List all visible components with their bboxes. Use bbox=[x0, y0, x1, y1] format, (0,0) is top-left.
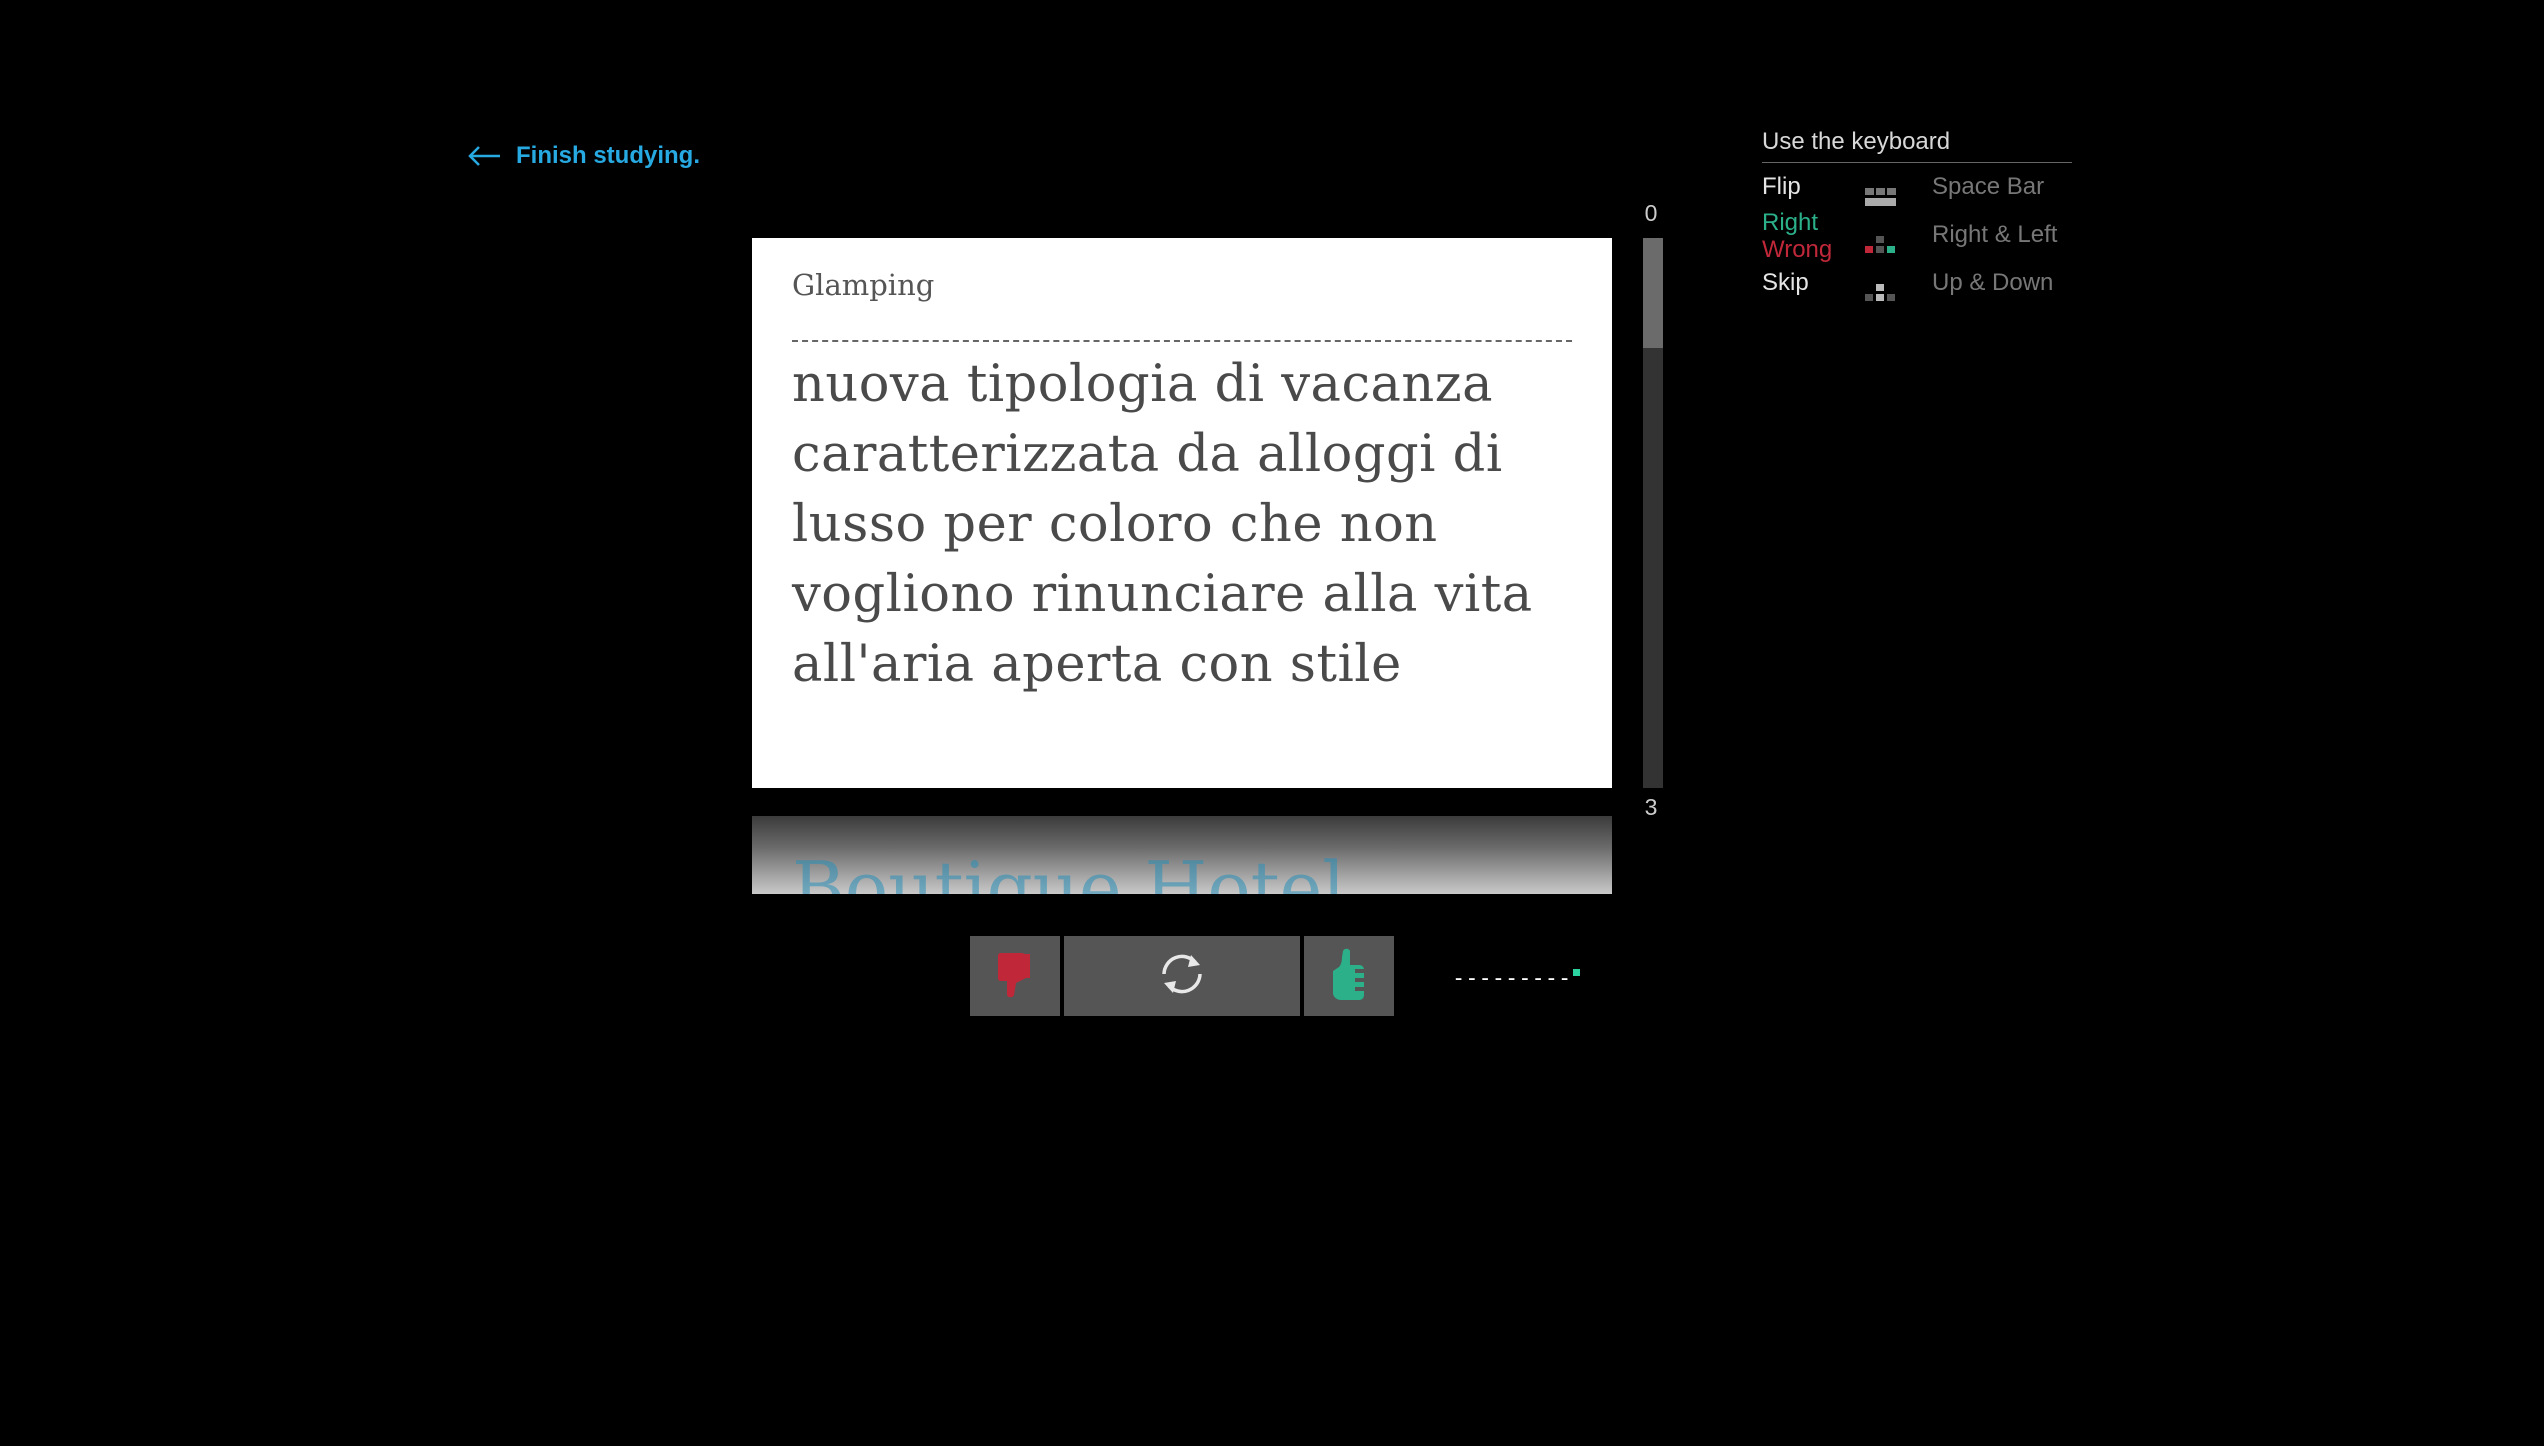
keyboard-help: Use the keyboard Flip Space Bar Right Wr… bbox=[1762, 128, 2072, 317]
flashcard[interactable]: Glamping nuova tipologia di vacanza cara… bbox=[752, 238, 1612, 788]
card-divider bbox=[792, 340, 1572, 342]
mark-right-button[interactable] bbox=[1304, 936, 1394, 1016]
flip-card-button[interactable] bbox=[1064, 936, 1300, 1016]
right-wrong-action: Right Wrong bbox=[1762, 209, 1832, 263]
keyboard-row-skip: Skip Up & Down bbox=[1762, 269, 2072, 317]
arrow-keys-up-down-icon bbox=[1864, 283, 1898, 311]
card-term: Glamping bbox=[792, 268, 935, 302]
refresh-icon bbox=[1154, 949, 1210, 1004]
thumbs-down-icon bbox=[995, 949, 1035, 1004]
progress-bar-fill bbox=[1643, 238, 1663, 348]
answer-progress-dashes: --------- bbox=[1452, 966, 1572, 991]
arrow-left-icon bbox=[468, 145, 502, 167]
answer-progress: --------- bbox=[1452, 966, 1581, 991]
space-bar-key-icon bbox=[1864, 187, 1898, 215]
arrow-keys-left-right-icon bbox=[1864, 235, 1898, 263]
finish-studying-link[interactable]: Finish studying. bbox=[468, 142, 700, 170]
current-position-marker bbox=[1573, 969, 1581, 976]
skip-keys-label: Up & Down bbox=[1932, 269, 2054, 296]
skip-action-label: Skip bbox=[1762, 269, 1809, 296]
mark-wrong-button[interactable] bbox=[970, 936, 1060, 1016]
card-definition: nuova tipologia di vacanza caratterizzat… bbox=[792, 355, 1533, 694]
right-action-label: Right bbox=[1762, 209, 1819, 236]
flip-keys-label: Space Bar bbox=[1932, 173, 2045, 200]
right-wrong-keys-label: Right & Left bbox=[1932, 221, 2058, 248]
progress-end-label: 3 bbox=[1644, 794, 1658, 820]
progress-start-label: 0 bbox=[1644, 200, 1658, 226]
study-screen: Finish studying. Glamping nuova tipologi… bbox=[0, 0, 2544, 1446]
wrong-action-label: Wrong bbox=[1762, 236, 1833, 263]
finish-studying-label: Finish studying. bbox=[516, 142, 700, 169]
flip-action-label: Flip bbox=[1762, 173, 1801, 200]
next-flashcard-preview: Boutique Hotel bbox=[752, 816, 1612, 894]
progress-bar bbox=[1643, 238, 1663, 788]
thumbs-up-icon bbox=[1329, 947, 1369, 1006]
next-card-term: Boutique Hotel bbox=[792, 846, 1346, 894]
keyboard-row-right-wrong: Right Wrong Right & Left bbox=[1762, 209, 2072, 269]
keyboard-help-title: Use the keyboard bbox=[1762, 128, 2072, 163]
